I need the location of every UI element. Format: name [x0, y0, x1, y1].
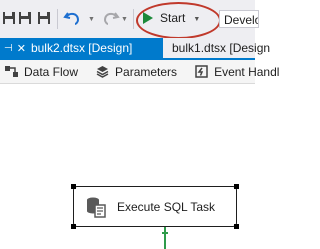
toolbar-separator — [133, 9, 134, 29]
pin-icon[interactable]: ⊣ — [4, 43, 13, 54]
tab-bulk1-design[interactable]: bulk1.dtsx [Design — [172, 38, 270, 58]
data-flow-icon — [5, 66, 18, 77]
redo-icon[interactable] — [102, 9, 120, 27]
resize-handle[interactable] — [234, 224, 239, 229]
toolbar-separator — [57, 9, 58, 29]
tab-parameters[interactable]: Parameters — [96, 65, 177, 79]
highlight-circle — [136, 2, 221, 39]
standard-toolbar: ▼ ▼ Start ▼ Developm — [0, 0, 259, 39]
redo-dropdown-icon[interactable]: ▼ — [121, 16, 128, 23]
designer-tab-strip: Data Flow Parameters Event Handl — [0, 60, 279, 84]
undo-dropdown-icon[interactable]: ▼ — [88, 16, 95, 23]
tab-bulk2-design[interactable]: ⊣ ✕ bulk2.dtsx [Design] — [0, 38, 163, 58]
task-label: Execute SQL Task — [117, 199, 216, 214]
tab-label: bulk1.dtsx [Design — [172, 41, 271, 55]
tab-label: Event Handl — [214, 64, 280, 79]
solution-configuration-select[interactable]: Developm — [219, 10, 259, 28]
sql-task-icon — [87, 197, 106, 218]
resize-handle[interactable] — [71, 184, 76, 189]
save-all-icon[interactable] — [18, 11, 32, 25]
tab-label: bulk2.dtsx [Design] — [30, 41, 133, 55]
event-handlers-icon — [195, 65, 208, 78]
save-as-icon[interactable] — [37, 11, 51, 25]
undo-icon[interactable] — [63, 9, 81, 27]
tab-label: Parameters — [115, 64, 178, 79]
close-icon[interactable]: ✕ — [17, 42, 26, 55]
parameters-icon — [96, 66, 109, 78]
resize-handle[interactable] — [234, 184, 239, 189]
tab-label: Data Flow — [24, 64, 79, 79]
tab-event-handlers[interactable]: Event Handl — [195, 65, 279, 79]
document-tab-bar: ⊣ ✕ bulk2.dtsx [Design] bulk1.dtsx [Desi… — [0, 38, 270, 60]
precedence-constraint-connector[interactable] — [162, 227, 168, 249]
tab-data-flow[interactable]: Data Flow — [5, 65, 78, 79]
execute-sql-task[interactable]: Execute SQL Task — [73, 186, 237, 227]
resize-handle[interactable] — [71, 224, 76, 229]
save-icon[interactable] — [2, 11, 16, 25]
